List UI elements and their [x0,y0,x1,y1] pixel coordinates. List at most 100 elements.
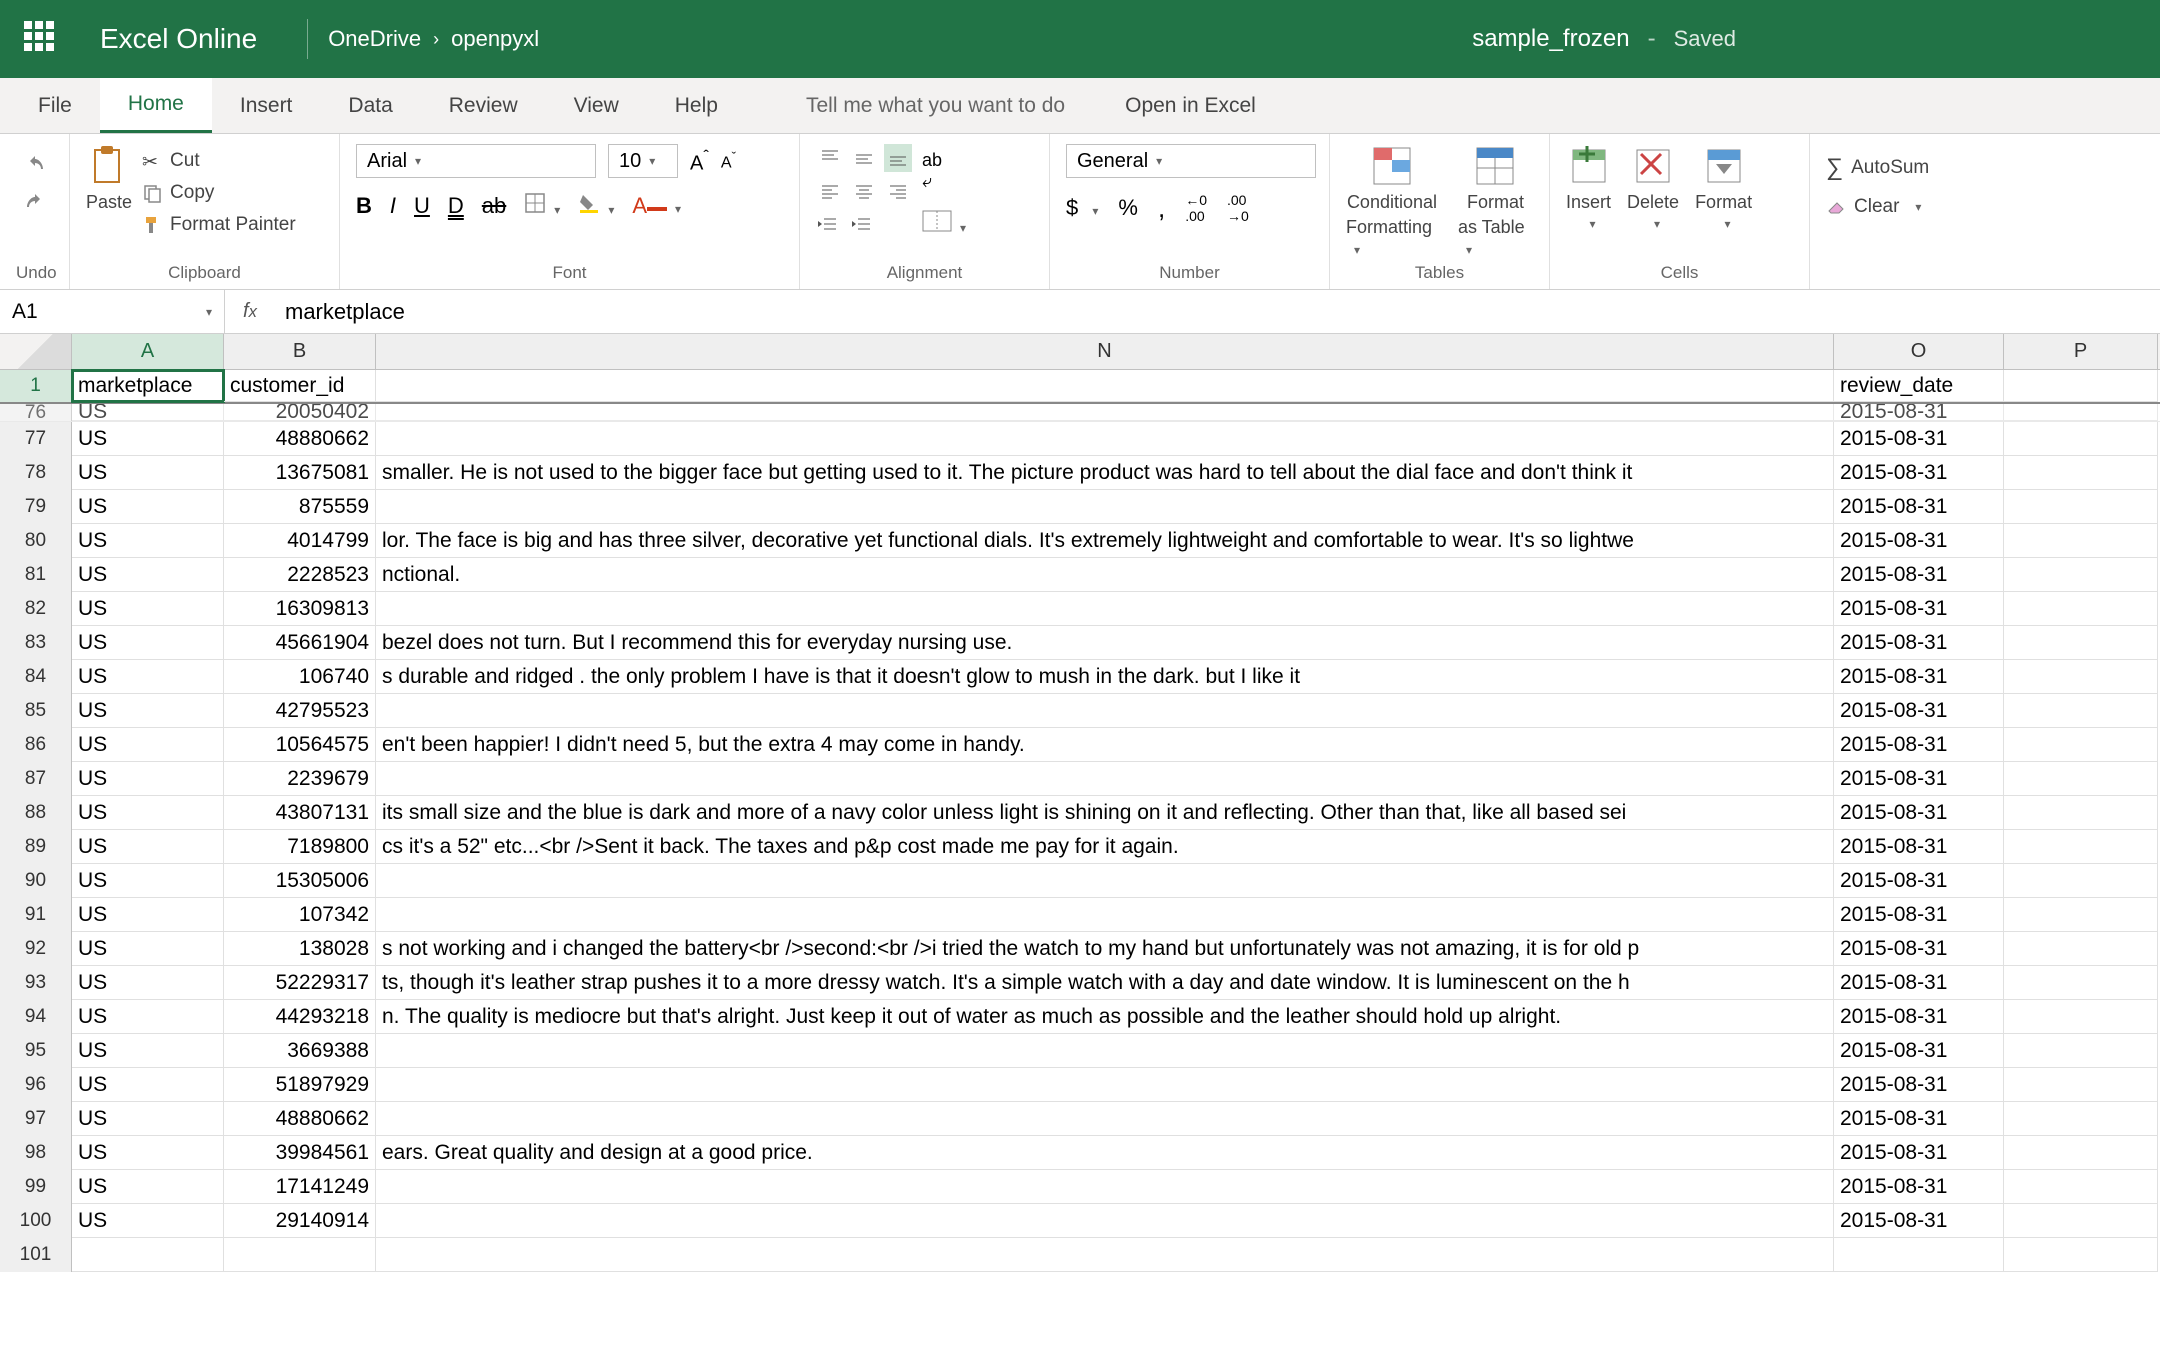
cell[interactable]: 44293218 [224,1000,376,1034]
cell[interactable] [2004,728,2158,762]
increase-font-icon[interactable]: Aˆ [690,147,709,176]
row-header[interactable]: 84 [0,660,72,694]
cell[interactable]: 2015-08-31 [1834,1068,2004,1102]
cell[interactable] [2004,422,2158,456]
cell[interactable] [2004,1068,2158,1102]
tab-file[interactable]: File [10,78,100,133]
cell-O1[interactable]: review_date [1834,370,2004,402]
row-header[interactable]: 91 [0,898,72,932]
cell[interactable]: 17141249 [224,1170,376,1204]
cell[interactable]: US [72,524,224,558]
cell[interactable]: 2015-08-31 [1834,592,2004,626]
cell[interactable]: 29140914 [224,1204,376,1238]
cell[interactable] [2004,524,2158,558]
row-header[interactable]: 101 [0,1238,72,1272]
cell[interactable] [376,1238,1834,1272]
cell[interactable]: 138028 [224,932,376,966]
fill-color-button[interactable]: ▾ [578,192,614,220]
cell[interactable] [2004,1136,2158,1170]
cell[interactable] [2004,404,2158,421]
cell[interactable]: 2015-08-31 [1834,1034,2004,1068]
row-header[interactable]: 87 [0,762,72,796]
decrease-decimal-icon[interactable]: .00→0 [1227,192,1249,224]
cell[interactable]: 2015-08-31 [1834,1136,2004,1170]
col-header-O[interactable]: O [1834,334,2004,369]
cell[interactable]: US [72,490,224,524]
double-underline-button[interactable]: D [448,193,464,219]
cell[interactable]: 39984561 [224,1136,376,1170]
breadcrumb-folder[interactable]: openpyxl [451,26,539,52]
cell[interactable]: 48880662 [224,1102,376,1136]
tell-me-search[interactable]: Tell me what you want to do [806,94,1065,118]
cell[interactable] [376,490,1834,524]
cell[interactable]: 107342 [224,898,376,932]
cell[interactable]: 2015-08-31 [1834,864,2004,898]
row-header[interactable]: 81 [0,558,72,592]
cell-B1[interactable]: customer_id [224,370,376,402]
align-left-icon[interactable] [816,178,844,206]
cell[interactable]: 10564575 [224,728,376,762]
increase-decimal-icon[interactable]: ←0.00 [1185,192,1207,224]
italic-button[interactable]: I [390,193,396,219]
select-all-corner[interactable] [0,334,72,369]
cell[interactable] [2004,1170,2158,1204]
wrap-text-button[interactable]: ab⤶ [922,150,966,192]
cell[interactable] [2004,1034,2158,1068]
cell[interactable]: US [72,1204,224,1238]
increase-indent-icon[interactable] [850,216,872,239]
cell[interactable]: 2015-08-31 [1834,1204,2004,1238]
cell[interactable]: 2015-08-31 [1834,796,2004,830]
cell[interactable] [2004,898,2158,932]
breadcrumb-root[interactable]: OneDrive [328,26,421,52]
cell[interactable]: US [72,728,224,762]
percent-button[interactable]: % [1118,195,1138,221]
cell[interactable]: US [72,762,224,796]
bold-button[interactable]: B [356,193,372,219]
tab-home[interactable]: Home [100,78,212,133]
cell[interactable]: 52229317 [224,966,376,1000]
cell[interactable] [2004,796,2158,830]
clear-button[interactable]: Clear▾ [1826,196,1921,218]
cell[interactable]: US [72,830,224,864]
row-header[interactable]: 78 [0,456,72,490]
cell[interactable] [376,1068,1834,1102]
cell[interactable] [2004,830,2158,864]
undo-icon[interactable] [23,154,47,178]
cell[interactable]: US [72,932,224,966]
cell[interactable] [2004,490,2158,524]
cell[interactable]: US [72,626,224,660]
cell[interactable]: smaller. He is not used to the bigger fa… [376,456,1834,490]
cell[interactable] [376,422,1834,456]
cell[interactable]: 2015-08-31 [1834,966,2004,1000]
cell[interactable]: 45661904 [224,626,376,660]
align-right-icon[interactable] [884,178,912,206]
row-header[interactable]: 82 [0,592,72,626]
cell[interactable]: 42795523 [224,694,376,728]
merge-button[interactable]: ▾ [922,210,966,235]
cell[interactable]: 16309813 [224,592,376,626]
copy-button[interactable]: Copy [142,182,296,204]
cell[interactable] [2004,966,2158,1000]
cell[interactable]: 2015-08-31 [1834,422,2004,456]
cell[interactable]: 2239679 [224,762,376,796]
cell[interactable]: US [72,456,224,490]
cell[interactable]: 2228523 [224,558,376,592]
borders-button[interactable]: ▾ [524,192,560,220]
cell[interactable]: US [72,592,224,626]
tab-review[interactable]: Review [421,78,546,133]
cell[interactable]: 875559 [224,490,376,524]
cell[interactable]: 51897929 [224,1068,376,1102]
align-bottom-icon[interactable] [884,144,912,172]
cell[interactable]: 2015-08-31 [1834,1000,2004,1034]
cut-button[interactable]: ✂Cut [142,150,296,172]
tab-insert[interactable]: Insert [212,78,321,133]
cell[interactable]: 4014799 [224,524,376,558]
strikethrough-button[interactable]: ab [482,193,506,219]
cell[interactable]: US [72,1102,224,1136]
format-as-table-button[interactable]: Format as Table ▾ [1458,144,1533,259]
cell[interactable] [2004,1238,2158,1272]
row-header[interactable]: 90 [0,864,72,898]
cell[interactable] [1834,1238,2004,1272]
cell[interactable] [2004,1204,2158,1238]
row-header[interactable]: 99 [0,1170,72,1204]
